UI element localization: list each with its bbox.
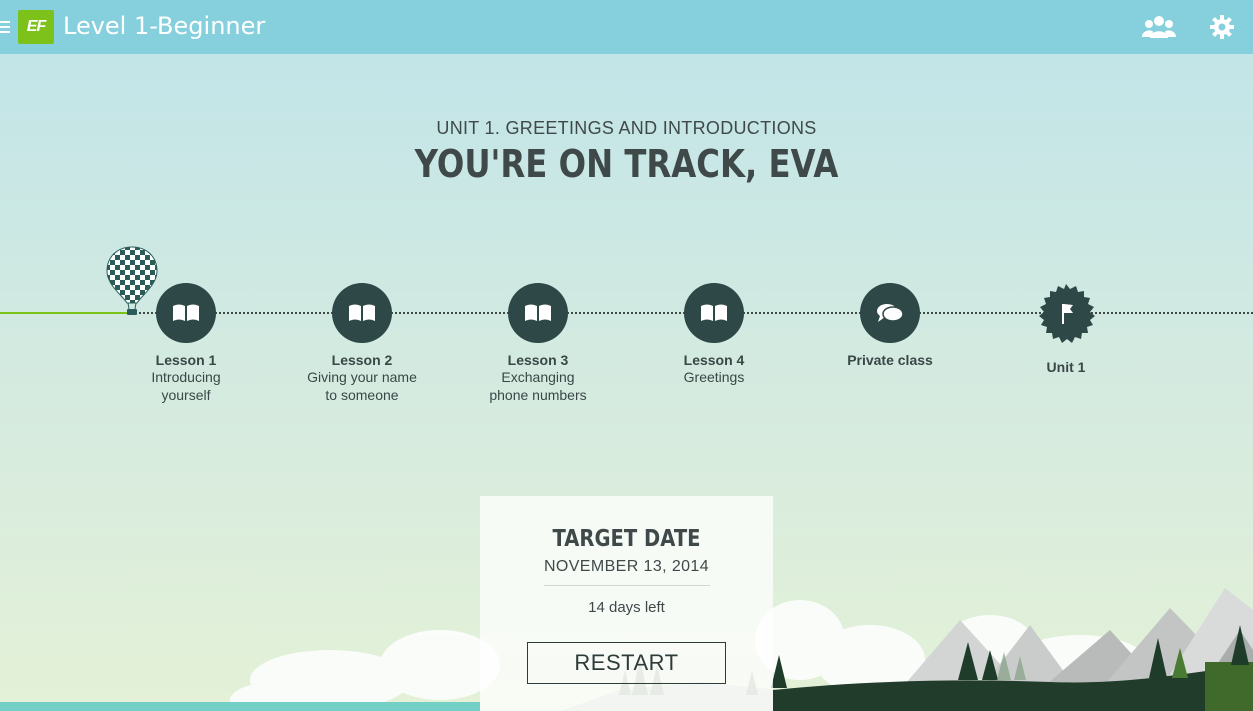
step-unit-test[interactable]: Unit 1 <box>981 283 1151 375</box>
restart-button[interactable]: RESTART <box>527 642 726 684</box>
unit-label: UNIT 1. GREETINGS AND INTRODUCTIONS <box>436 118 817 138</box>
book-icon <box>508 283 568 343</box>
book-icon <box>332 283 392 343</box>
people-icon[interactable] <box>1142 14 1176 40</box>
step-lesson-2[interactable]: Lesson 2 Giving your name to someone <box>277 283 447 404</box>
step-private-class[interactable]: Private class <box>805 283 975 368</box>
step-title: Lesson 1 <box>155 352 217 368</box>
step-title: Unit 1 <box>1046 359 1086 375</box>
step-title: Lesson 2 <box>331 352 393 368</box>
days-left-text: 14 days left <box>588 599 665 616</box>
target-date-title: TARGET DATE <box>552 526 701 552</box>
chat-icon <box>860 283 920 343</box>
step-title: Lesson 4 <box>683 352 745 368</box>
step-subtitle: Giving your name <box>307 369 417 385</box>
menu-icon[interactable] <box>0 21 10 34</box>
step-title: Lesson 3 <box>507 352 569 368</box>
step-subtitle: to someone <box>325 387 399 403</box>
step-subtitle: phone numbers <box>489 387 587 403</box>
step-subtitle: Exchanging <box>501 369 575 385</box>
target-date-card: TARGET DATE NOVEMBER 13, 2014 14 days le… <box>480 496 773 711</box>
gear-icon[interactable] <box>1209 14 1235 40</box>
step-lesson-3[interactable]: Lesson 3 Exchanging phone numbers <box>453 283 623 404</box>
status-headline: YOU'RE ON TRACK, EVA <box>414 142 839 186</box>
step-subtitle: Greetings <box>683 369 745 385</box>
top-bar: EF Level 1-Beginner <box>0 0 1253 54</box>
target-date-value: NOVEMBER 13, 2014 <box>543 558 710 575</box>
book-icon <box>156 283 216 343</box>
divider <box>543 585 710 586</box>
step-lesson-4[interactable]: Lesson 4 Greetings <box>629 283 799 386</box>
step-title: Private class <box>847 352 933 368</box>
book-icon <box>684 283 744 343</box>
flag-icon <box>1039 284 1095 343</box>
step-subtitle: Introducing <box>151 369 221 385</box>
balloon-icon <box>106 246 158 315</box>
ef-logo[interactable]: EF <box>18 10 54 44</box>
level-title: Level 1-Beginner <box>63 12 266 40</box>
step-subtitle: yourself <box>161 387 211 403</box>
